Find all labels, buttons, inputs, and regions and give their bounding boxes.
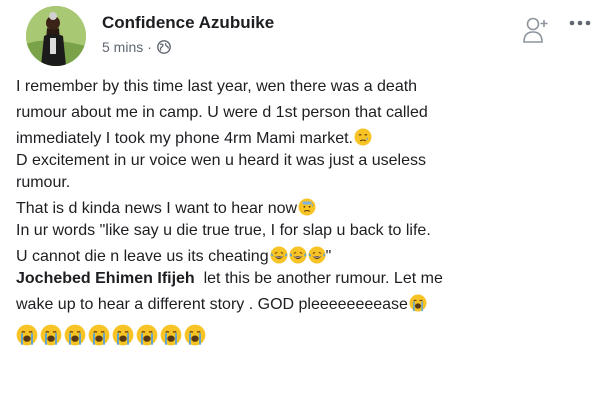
comment-text: let this be another rumour. Let me (203, 270, 443, 287)
loudly-crying-emoji (16, 324, 38, 346)
post-line-text: That is d kinda news I want to hear now (16, 200, 298, 217)
meta-separator: · (147, 39, 152, 55)
tears-of-joy-emoji (269, 246, 288, 264)
loudly-crying-emoji (136, 324, 158, 346)
comment-author-name[interactable]: Jochebed Ehimen Ifijeh (16, 270, 195, 287)
post-line: In ur words "like say u die true true, I… (16, 222, 431, 239)
post-line-with-emoji: That is d kinda news I want to hear now (16, 198, 588, 220)
emoji-row (16, 324, 588, 346)
tears-of-joy-emoji (288, 246, 307, 264)
post-line-with-emoji: immediately I took my phone 4rm Mami mar… (16, 128, 588, 150)
post-line-text: " (325, 248, 332, 265)
comment-line-with-emoji: wake up to hear a different story . GOD … (16, 294, 588, 316)
more-options-button[interactable] (567, 16, 593, 30)
post-header: Confidence Azubuike 5 mins · (14, 0, 591, 72)
globe-icon (157, 40, 171, 54)
post-line-text: immediately I took my phone 4rm Mami mar… (16, 130, 353, 147)
loudly-crying-emoji (40, 324, 62, 346)
post-author-name[interactable]: Confidence Azubuike (102, 13, 274, 33)
loudly-crying-emoji (160, 324, 182, 346)
comment-line: Jochebed Ehimen Ifijeh let this be anoth… (16, 268, 588, 290)
loudly-crying-emoji (88, 324, 110, 346)
more-horizontal-icon (569, 20, 591, 26)
add-friend-icon (523, 17, 548, 43)
loudly-crying-emoji (408, 294, 427, 312)
post-meta: 5 mins · (102, 39, 171, 55)
loudly-crying-emoji (64, 324, 86, 346)
crying-face-emoji (354, 128, 372, 146)
post-line: rumour. (16, 174, 71, 191)
post-line: D excitement in ur voice wen u heard it … (16, 152, 426, 169)
post-body: I remember by this time last year, wen t… (16, 76, 588, 346)
post-line: I remember by this time last year, wen t… (16, 78, 418, 95)
post-line: rumour about me in camp. U were d 1st pe… (16, 104, 428, 121)
post-line-text: U cannot die n leave us its cheating (16, 248, 269, 265)
loudly-crying-emoji (112, 324, 134, 346)
profile-photo-icon (26, 6, 86, 66)
downcast-sweat-emoji (298, 198, 317, 216)
post-timestamp[interactable]: 5 mins (102, 39, 143, 55)
tears-of-joy-emoji (307, 246, 326, 264)
add-friend-button[interactable] (522, 14, 552, 46)
post-line-with-emoji: U cannot die n leave us its cheating " (16, 246, 588, 268)
comment-text: wake up to hear a different story . GOD … (16, 296, 408, 313)
avatar[interactable] (26, 6, 86, 66)
feed-post: Confidence Azubuike 5 mins · I remember … (0, 0, 597, 410)
loudly-crying-emoji (184, 324, 206, 346)
